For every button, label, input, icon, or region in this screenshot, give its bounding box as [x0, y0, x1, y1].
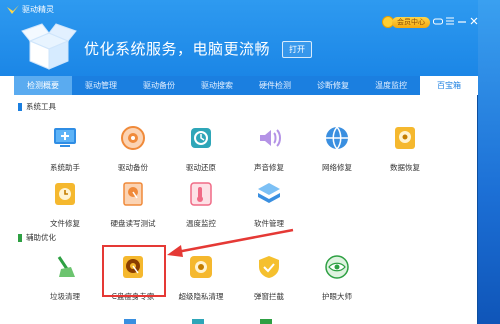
data-recovery-icon: [395, 127, 415, 149]
open-button[interactable]: 打开: [282, 41, 312, 58]
tool-system-assistant[interactable]: 系统助手: [33, 124, 97, 173]
cleanup-broom-icon: [57, 256, 75, 277]
tool-label: 数据恢复: [390, 163, 420, 172]
eye-care-icon: [325, 255, 349, 279]
tool-label: 弹窗拦截: [254, 292, 284, 301]
section-assist: 辅助优化: [18, 232, 56, 243]
app-window: 驱动精灵 优化系统服务，电脑更流畅 打开 会员中心 检测概要 驱动管理 驱动备份…: [0, 0, 478, 324]
tool-eye-care[interactable]: 护眼大师: [305, 253, 369, 302]
app-title: 驱动精灵: [22, 5, 54, 14]
app-header: 驱动精灵 优化系统服务，电脑更流畅 打开 会员中心: [0, 0, 478, 76]
section-title: 辅助优化: [26, 233, 56, 242]
header-slogan: 优化系统服务，电脑更流畅: [84, 40, 271, 58]
tool-label: 超级隐私清理: [178, 292, 224, 301]
minimize-icon[interactable]: [457, 14, 467, 28]
tool-label: 驱动备份: [118, 163, 148, 172]
tab-temperature[interactable]: 温度监控: [362, 76, 420, 95]
menu-icon[interactable]: [445, 14, 455, 28]
highlight-box: [102, 245, 166, 297]
tool-driver-restore[interactable]: 驱动还原: [169, 124, 233, 173]
tool-label: 声音修复: [254, 163, 284, 172]
tab-hardware[interactable]: 硬件检测: [246, 76, 304, 95]
file-repair-icon: [55, 183, 75, 205]
app-logo-icon: [7, 5, 19, 14]
tool-temperature[interactable]: 温度监控: [169, 180, 233, 229]
driver-restore-icon: [191, 128, 211, 148]
toolbox-logo-icon: [21, 23, 77, 70]
section-bar-green: [18, 233, 22, 242]
main-tabs: 检测概要 驱动管理 驱动备份 驱动搜索 硬件检测 诊断修复 温度监控 百宝箱: [14, 76, 478, 95]
tool-label: 硬盘读写测试: [110, 219, 156, 228]
tab-driver-backup[interactable]: 驱动备份: [130, 76, 188, 95]
tool-disk-test[interactable]: 硬盘读写测试: [101, 180, 165, 229]
tool-popup-block[interactable]: 弹窗拦截: [237, 253, 301, 302]
window-controls: [433, 14, 479, 28]
software-manager-icon: [258, 183, 280, 203]
temperature-icon: [190, 182, 212, 206]
tool-label: 护眼大师: [322, 292, 352, 301]
tool-label: 驱动还原: [186, 163, 216, 172]
tool-sound-repair[interactable]: 声音修复: [237, 124, 301, 173]
vip-center-button[interactable]: 会员中心: [392, 17, 430, 28]
sound-repair-icon: [260, 129, 281, 147]
tool-label: 系统助手: [50, 163, 80, 172]
desktop-background-right: [476, 0, 500, 324]
tab-diagnose[interactable]: 诊断修复: [304, 76, 362, 95]
tool-label: 垃圾清理: [50, 292, 80, 301]
tool-file-repair[interactable]: 文件修复: [33, 180, 97, 229]
next-row-icons-partial: [124, 319, 272, 324]
section-system-tools: 系统工具: [18, 101, 56, 112]
annotation-arrow-icon: [167, 228, 294, 257]
close-icon[interactable]: [469, 14, 479, 28]
tool-network-repair[interactable]: 网络修复: [305, 124, 369, 173]
tool-driver-backup[interactable]: 驱动备份: [101, 124, 165, 173]
section-bar-blue: [18, 102, 22, 111]
tool-cleanup[interactable]: 垃圾清理: [33, 253, 97, 302]
system-assistant-icon: [54, 128, 76, 147]
tab-driver-search[interactable]: 驱动搜索: [188, 76, 246, 95]
driver-backup-icon: [121, 126, 145, 150]
section-title: 系统工具: [26, 102, 56, 111]
tool-label: 网络修复: [322, 163, 352, 172]
tab-overview[interactable]: 检测概要: [14, 76, 72, 95]
tool-software-manager[interactable]: 软件管理: [237, 180, 301, 229]
tool-privacy-clean[interactable]: 超级隐私清理: [169, 253, 233, 302]
tool-data-recovery[interactable]: 数据恢复: [373, 124, 437, 173]
disk-test-icon: [123, 182, 143, 206]
tool-label: 文件修复: [50, 219, 80, 228]
tab-driver-manage[interactable]: 驱动管理: [72, 76, 130, 95]
tab-toolbox[interactable]: 百宝箱: [420, 76, 478, 95]
gamepad-icon[interactable]: [433, 14, 443, 28]
network-repair-icon: [326, 126, 348, 150]
